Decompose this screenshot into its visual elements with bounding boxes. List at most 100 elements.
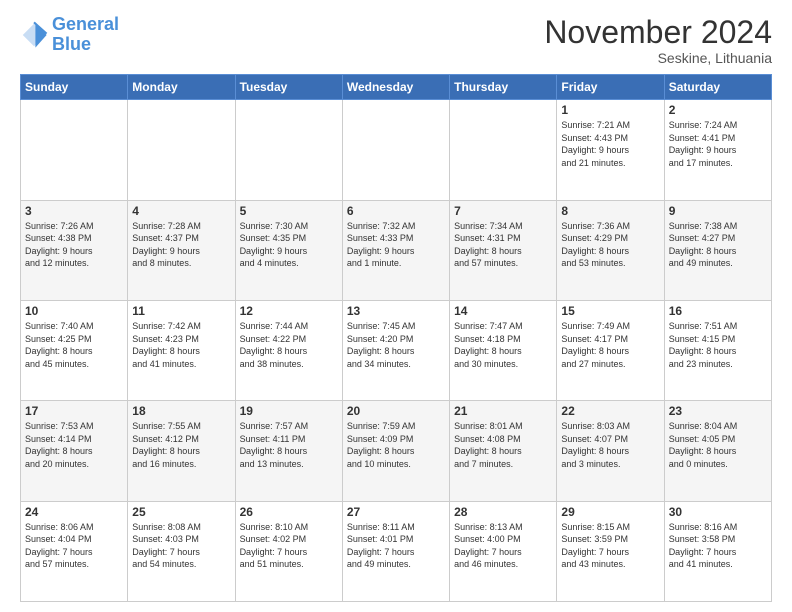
day-info-9: Sunrise: 7:38 AM Sunset: 4:27 PM Dayligh… — [669, 220, 767, 270]
day-number-6: 6 — [347, 204, 445, 218]
day-info-21: Sunrise: 8:01 AM Sunset: 4:08 PM Dayligh… — [454, 420, 552, 470]
week-row-3: 17 Sunrise: 7:53 AM Sunset: 4:14 PM Dayli… — [21, 401, 772, 501]
cell-2-5: 15Sunrise: 7:49 AM Sunset: 4:17 PM Dayli… — [557, 300, 664, 400]
day-info-2: Sunrise: 7:24 AM Sunset: 4:41 PM Dayligh… — [669, 119, 767, 169]
header-wednesday: Wednesday — [342, 75, 449, 100]
day-number-5: 5 — [240, 204, 338, 218]
day-info-1: Sunrise: 7:21 AM Sunset: 4:43 PM Dayligh… — [561, 119, 659, 169]
cell-3-6: 23Sunrise: 8:04 AM Sunset: 4:05 PM Dayli… — [664, 401, 771, 501]
day-info-3: Sunrise: 7:26 AM Sunset: 4:38 PM Dayligh… — [25, 220, 123, 270]
cell-2-0: 10 Sunrise: 7:40 AM Sunset: 4:25 PM Dayli… — [21, 300, 128, 400]
cell-4-0: 24Sunrise: 8:06 AM Sunset: 4:04 PM Dayli… — [21, 501, 128, 601]
day-info-6: Sunrise: 7:32 AM Sunset: 4:33 PM Dayligh… — [347, 220, 445, 270]
day-number-24: 24 — [25, 505, 123, 519]
cell-2-1: 11Sunrise: 7:42 AM Sunset: 4:23 PM Dayli… — [128, 300, 235, 400]
cell-2-4: 14Sunrise: 7:47 AM Sunset: 4:18 PM Dayli… — [450, 300, 557, 400]
calendar-table: Sunday Monday Tuesday Wednesday Thursday… — [20, 74, 772, 602]
day-number-18: 18 — [132, 404, 230, 418]
logo-line1: General — [52, 14, 119, 34]
day-number-27: 27 — [347, 505, 445, 519]
day-info-14: Sunrise: 7:47 AM Sunset: 4:18 PM Dayligh… — [454, 320, 552, 370]
week-row-0: 1 Sunrise: 7:21 AM Sunset: 4:43 PM Daylig… — [21, 100, 772, 200]
header-saturday: Saturday — [664, 75, 771, 100]
cell-4-2: 26Sunrise: 8:10 AM Sunset: 4:02 PM Dayli… — [235, 501, 342, 601]
day-info-29: Sunrise: 8:15 AM Sunset: 3:59 PM Dayligh… — [561, 521, 659, 571]
day-info-30: Sunrise: 8:16 AM Sunset: 3:58 PM Dayligh… — [669, 521, 767, 571]
header-sunday: Sunday — [21, 75, 128, 100]
day-number-22: 22 — [561, 404, 659, 418]
day-number-29: 29 — [561, 505, 659, 519]
day-number-7: 7 — [454, 204, 552, 218]
day-info-7: Sunrise: 7:34 AM Sunset: 4:31 PM Dayligh… — [454, 220, 552, 270]
header-monday: Monday — [128, 75, 235, 100]
day-number-4: 4 — [132, 204, 230, 218]
header-thursday: Thursday — [450, 75, 557, 100]
cell-0-5: 1 Sunrise: 7:21 AM Sunset: 4:43 PM Daylig… — [557, 100, 664, 200]
cell-4-6: 30 Sunrise: 8:16 AM Sunset: 3:58 PM Dayli… — [664, 501, 771, 601]
cell-0-6: 2 Sunrise: 7:24 AM Sunset: 4:41 PM Daylig… — [664, 100, 771, 200]
cell-3-3: 20 Sunrise: 7:59 AM Sunset: 4:09 PM Dayli… — [342, 401, 449, 501]
cell-3-2: 19Sunrise: 7:57 AM Sunset: 4:11 PM Dayli… — [235, 401, 342, 501]
day-info-28: Sunrise: 8:13 AM Sunset: 4:00 PM Dayligh… — [454, 521, 552, 571]
calendar-header-row: Sunday Monday Tuesday Wednesday Thursday… — [21, 75, 772, 100]
location: Seskine, Lithuania — [544, 50, 772, 66]
header-friday: Friday — [557, 75, 664, 100]
cell-2-6: 16Sunrise: 7:51 AM Sunset: 4:15 PM Dayli… — [664, 300, 771, 400]
week-row-2: 10 Sunrise: 7:40 AM Sunset: 4:25 PM Dayli… — [21, 300, 772, 400]
day-number-19: 19 — [240, 404, 338, 418]
day-number-2: 2 — [669, 103, 767, 117]
cell-4-3: 27Sunrise: 8:11 AM Sunset: 4:01 PM Dayli… — [342, 501, 449, 601]
week-row-4: 24Sunrise: 8:06 AM Sunset: 4:04 PM Dayli… — [21, 501, 772, 601]
cell-3-5: 22 Sunrise: 8:03 AM Sunset: 4:07 PM Dayli… — [557, 401, 664, 501]
logo: General Blue — [20, 15, 119, 55]
day-info-12: Sunrise: 7:44 AM Sunset: 4:22 PM Dayligh… — [240, 320, 338, 370]
day-info-20: Sunrise: 7:59 AM Sunset: 4:09 PM Dayligh… — [347, 420, 445, 470]
cell-1-2: 5 Sunrise: 7:30 AM Sunset: 4:35 PM Daylig… — [235, 200, 342, 300]
cell-0-0 — [21, 100, 128, 200]
day-info-23: Sunrise: 8:04 AM Sunset: 4:05 PM Dayligh… — [669, 420, 767, 470]
day-number-12: 12 — [240, 304, 338, 318]
day-info-4: Sunrise: 7:28 AM Sunset: 4:37 PM Dayligh… — [132, 220, 230, 270]
cell-4-4: 28Sunrise: 8:13 AM Sunset: 4:00 PM Dayli… — [450, 501, 557, 601]
day-info-17: Sunrise: 7:53 AM Sunset: 4:14 PM Dayligh… — [25, 420, 123, 470]
day-number-10: 10 — [25, 304, 123, 318]
cell-3-4: 21 Sunrise: 8:01 AM Sunset: 4:08 PM Dayli… — [450, 401, 557, 501]
month-title: November 2024 — [544, 15, 772, 50]
day-info-25: Sunrise: 8:08 AM Sunset: 4:03 PM Dayligh… — [132, 521, 230, 571]
logo-text: General Blue — [52, 15, 119, 55]
day-number-8: 8 — [561, 204, 659, 218]
logo-icon — [20, 21, 48, 49]
page: General Blue November 2024 Seskine, Lith… — [0, 0, 792, 612]
cell-4-5: 29 Sunrise: 8:15 AM Sunset: 3:59 PM Dayli… — [557, 501, 664, 601]
cell-0-4 — [450, 100, 557, 200]
day-info-15: Sunrise: 7:49 AM Sunset: 4:17 PM Dayligh… — [561, 320, 659, 370]
header-tuesday: Tuesday — [235, 75, 342, 100]
week-row-1: 3 Sunrise: 7:26 AM Sunset: 4:38 PM Daylig… — [21, 200, 772, 300]
cell-1-4: 7 Sunrise: 7:34 AM Sunset: 4:31 PM Daylig… — [450, 200, 557, 300]
day-info-5: Sunrise: 7:30 AM Sunset: 4:35 PM Dayligh… — [240, 220, 338, 270]
logo-line2: Blue — [52, 34, 91, 54]
day-number-9: 9 — [669, 204, 767, 218]
day-number-20: 20 — [347, 404, 445, 418]
day-number-21: 21 — [454, 404, 552, 418]
cell-2-3: 13Sunrise: 7:45 AM Sunset: 4:20 PM Dayli… — [342, 300, 449, 400]
day-number-25: 25 — [132, 505, 230, 519]
day-info-10: Sunrise: 7:40 AM Sunset: 4:25 PM Dayligh… — [25, 320, 123, 370]
title-block: November 2024 Seskine, Lithuania — [544, 15, 772, 66]
cell-0-1 — [128, 100, 235, 200]
day-info-26: Sunrise: 8:10 AM Sunset: 4:02 PM Dayligh… — [240, 521, 338, 571]
cell-1-5: 8 Sunrise: 7:36 AM Sunset: 4:29 PM Daylig… — [557, 200, 664, 300]
day-info-16: Sunrise: 7:51 AM Sunset: 4:15 PM Dayligh… — [669, 320, 767, 370]
cell-1-3: 6 Sunrise: 7:32 AM Sunset: 4:33 PM Daylig… — [342, 200, 449, 300]
cell-1-1: 4 Sunrise: 7:28 AM Sunset: 4:37 PM Daylig… — [128, 200, 235, 300]
day-info-8: Sunrise: 7:36 AM Sunset: 4:29 PM Dayligh… — [561, 220, 659, 270]
day-info-22: Sunrise: 8:03 AM Sunset: 4:07 PM Dayligh… — [561, 420, 659, 470]
day-number-1: 1 — [561, 103, 659, 117]
day-number-3: 3 — [25, 204, 123, 218]
cell-0-2 — [235, 100, 342, 200]
day-number-30: 30 — [669, 505, 767, 519]
day-info-18: Sunrise: 7:55 AM Sunset: 4:12 PM Dayligh… — [132, 420, 230, 470]
day-number-17: 17 — [25, 404, 123, 418]
day-info-13: Sunrise: 7:45 AM Sunset: 4:20 PM Dayligh… — [347, 320, 445, 370]
day-info-11: Sunrise: 7:42 AM Sunset: 4:23 PM Dayligh… — [132, 320, 230, 370]
